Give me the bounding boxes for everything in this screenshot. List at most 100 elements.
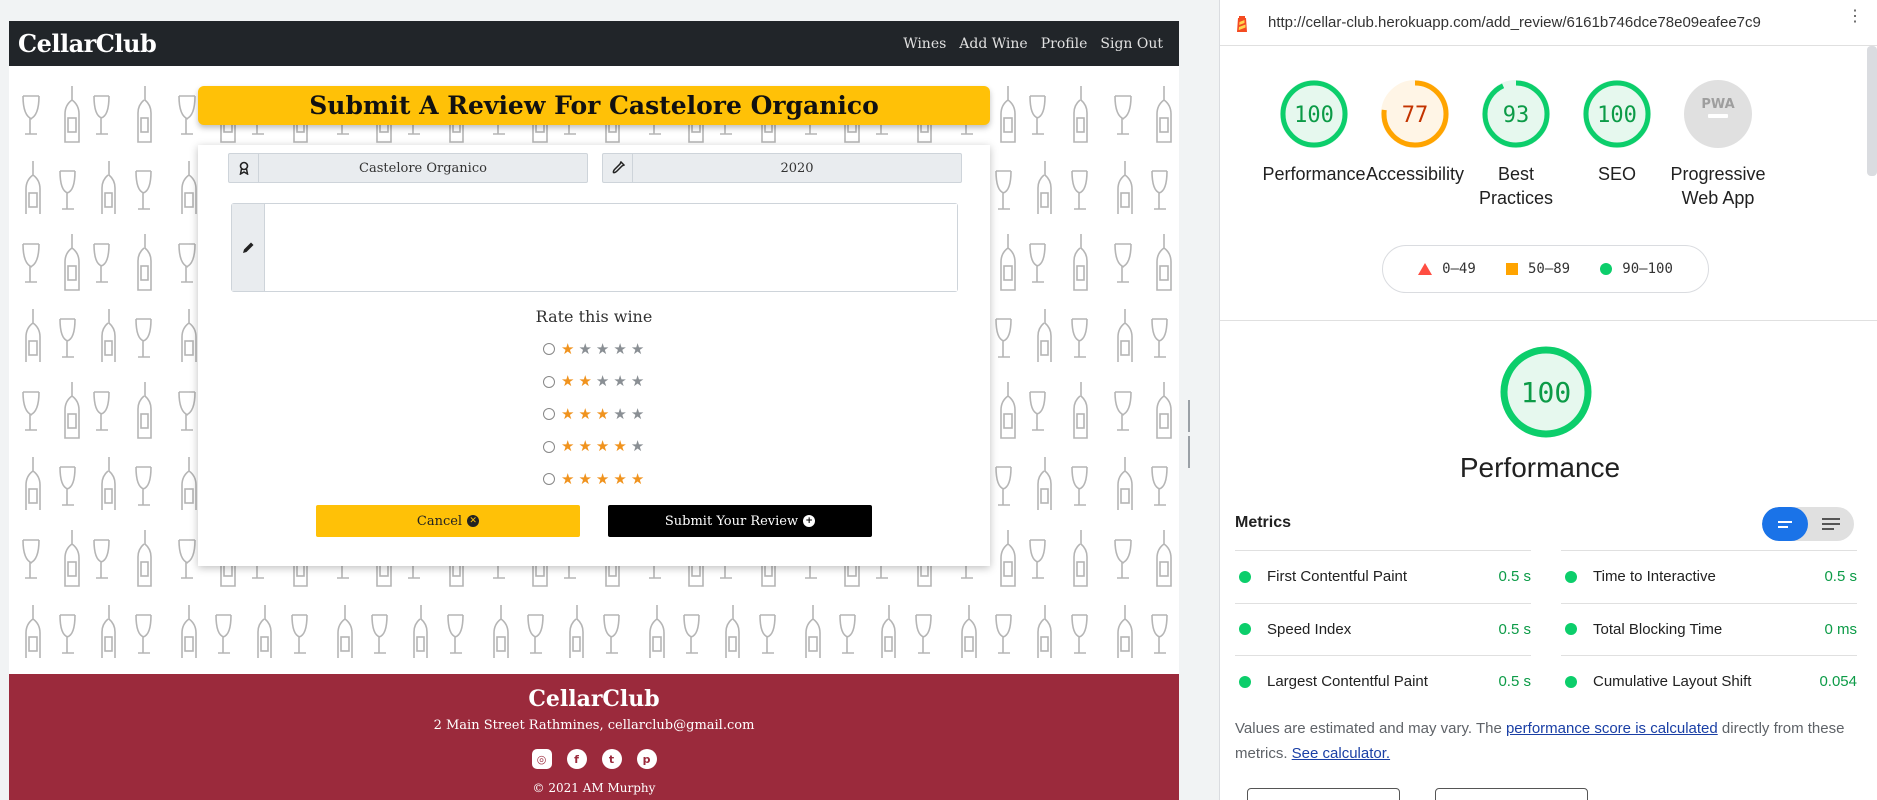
instagram-icon[interactable]: ◎ <box>531 749 552 769</box>
rating-radio[interactable] <box>543 343 555 356</box>
metric-row: Total Blocking Time 0 ms <box>1561 602 1857 656</box>
view-detailed-button[interactable] <box>1808 507 1854 541</box>
rating-option-2[interactable]: ★ ★ ★ ★ ★ <box>543 366 644 399</box>
metric-row: Time to Interactive 0.5 s <box>1561 550 1857 603</box>
wine-name-field: Castelore Organico <box>228 153 588 183</box>
star-icon: ★ <box>613 372 627 391</box>
gauge-progressive-web-app[interactable]: PWA Progressive Web App <box>1658 78 1778 210</box>
fail-triangle-icon <box>1418 263 1433 275</box>
panel-resize-handle[interactable] <box>1188 400 1194 468</box>
wine-info-row: Castelore Organico 2020 <box>228 153 962 183</box>
star-icon: ★ <box>595 372 610 391</box>
submit-review-button[interactable]: Submit Your Review + <box>608 505 872 537</box>
rating-radio[interactable] <box>543 473 555 486</box>
plus-circle-icon: + <box>803 515 816 527</box>
pass-circle-icon <box>1239 675 1251 688</box>
metric-value: 0.054 <box>1819 673 1857 691</box>
scrollbar[interactable] <box>1867 46 1877 176</box>
footer-copyright: © 2021 AM Murphy <box>532 781 656 795</box>
site-viewport: CellarClub Wines Add Wine Profile Sign O… <box>0 0 1190 800</box>
star-icon: ★ <box>578 372 592 391</box>
nav-add-wine[interactable]: Add Wine <box>959 36 1027 52</box>
footer-brand: CellarClub <box>528 686 660 712</box>
section-divider <box>1220 320 1877 321</box>
performance-heading: Performance <box>1459 452 1621 483</box>
star-icon: ★ <box>561 469 575 488</box>
svg-text:100: 100 <box>1597 103 1637 128</box>
rating-radio[interactable] <box>543 375 555 388</box>
pass-circle-icon <box>1600 263 1613 275</box>
metrics-view-toggle <box>1762 507 1854 541</box>
bottom-button-right[interactable] <box>1435 788 1588 800</box>
star-icon: ★ <box>561 437 575 456</box>
svg-text:PWA: PWA <box>1701 97 1734 112</box>
metric-value: 0.5 s <box>1498 673 1531 691</box>
twitter-icon[interactable]: t <box>601 749 622 769</box>
metric-value: 0.5 s <box>1498 620 1531 638</box>
rating-option-5[interactable]: ★ ★ ★ ★ ★ <box>543 463 644 496</box>
star-icon: ★ <box>561 372 575 391</box>
audited-url[interactable]: http://cellar-club.herokuapp.com/add_rev… <box>1268 14 1761 31</box>
rating-option-4[interactable]: ★ ★ ★ ★ ★ <box>543 431 644 464</box>
star-icon: ★ <box>630 437 645 456</box>
star-icon: ★ <box>595 339 610 358</box>
screen: CellarClub Wines Add Wine Profile Sign O… <box>0 0 1877 800</box>
star-icon: ★ <box>613 339 627 358</box>
more-options-icon[interactable]: ⋮ <box>1847 9 1863 25</box>
svg-text:100: 100 <box>1294 103 1334 128</box>
metric-row: First Contentful Paint 0.5 s <box>1235 550 1531 603</box>
pinterest-icon[interactable]: p <box>636 749 657 769</box>
submit-label: Submit Your Review <box>664 513 799 529</box>
metric-name: Largest Contentful Paint <box>1267 673 1428 691</box>
metric-row: Cumulative Layout Shift 0.054 <box>1561 655 1857 708</box>
score-calc-link[interactable]: performance score is calculated <box>1506 720 1718 737</box>
page-title-bar: Submit A Review For Castelore Organico <box>198 86 990 125</box>
pencil-icon <box>232 204 265 291</box>
star-icon: ★ <box>561 404 575 423</box>
star-icon: ★ <box>595 469 610 488</box>
star-icon: ★ <box>578 339 592 358</box>
average-square-icon <box>1505 263 1518 275</box>
nav-profile[interactable]: Profile <box>1041 36 1088 52</box>
metric-name: First Contentful Paint <box>1267 568 1408 586</box>
rating-radio[interactable] <box>543 440 555 453</box>
metric-row: Largest Contentful Paint 0.5 s <box>1235 655 1531 708</box>
star-icon: ★ <box>578 469 592 488</box>
svg-text:93: 93 <box>1503 103 1530 128</box>
site-page: CellarClub Wines Add Wine Profile Sign O… <box>9 21 1179 800</box>
lighthouse-url-bar: http://cellar-club.herokuapp.com/add_rev… <box>1220 0 1877 46</box>
wine-bottle-icon <box>603 154 633 182</box>
star-icon: ★ <box>595 437 610 456</box>
metric-name: Speed Index <box>1267 620 1352 638</box>
metric-name: Time to Interactive <box>1593 568 1716 586</box>
rating-option-3[interactable]: ★ ★ ★ ★ ★ <box>543 398 644 431</box>
navbar: CellarClub Wines Add Wine Profile Sign O… <box>9 21 1179 66</box>
score-ring: PWA <box>1684 80 1752 148</box>
view-summary-button[interactable] <box>1762 507 1808 541</box>
bottom-button-left[interactable] <box>1247 788 1400 800</box>
pass-circle-icon <box>1565 570 1577 583</box>
metric-value: 0.5 s <box>1824 568 1857 586</box>
score-ring: 100 <box>1280 80 1348 148</box>
see-calculator-link[interactable]: See calculator. <box>1292 745 1390 762</box>
cancel-button[interactable]: Cancel ✕ <box>316 505 580 537</box>
star-icon: ★ <box>613 437 627 456</box>
star-icon: ★ <box>613 404 627 423</box>
legend-pass: 90–100 <box>1622 261 1673 277</box>
nav-sign-out[interactable]: Sign Out <box>1100 36 1163 52</box>
wine-name-value: Castelore Organico <box>359 160 487 176</box>
performance-gauge-large: 100 <box>1498 344 1594 445</box>
nav-wines[interactable]: Wines <box>903 36 946 52</box>
star-icon: ★ <box>578 404 592 423</box>
page-title: Submit A Review For Castelore Organico <box>309 91 879 120</box>
score-legend: 0–49 50–89 90–100 <box>1382 245 1709 293</box>
review-textarea[interactable] <box>265 204 957 291</box>
svg-text:77: 77 <box>1402 103 1429 128</box>
star-icon: ★ <box>630 372 645 391</box>
score-ring: 93 <box>1482 80 1550 148</box>
brand-logo[interactable]: CellarClub <box>18 29 157 58</box>
footer: CellarClub 2 Main Street Rathmines, cell… <box>9 674 1179 800</box>
facebook-icon[interactable]: f <box>566 749 587 769</box>
rating-radio[interactable] <box>543 408 555 421</box>
rating-option-1[interactable]: ★ ★ ★ ★ ★ <box>543 333 644 366</box>
